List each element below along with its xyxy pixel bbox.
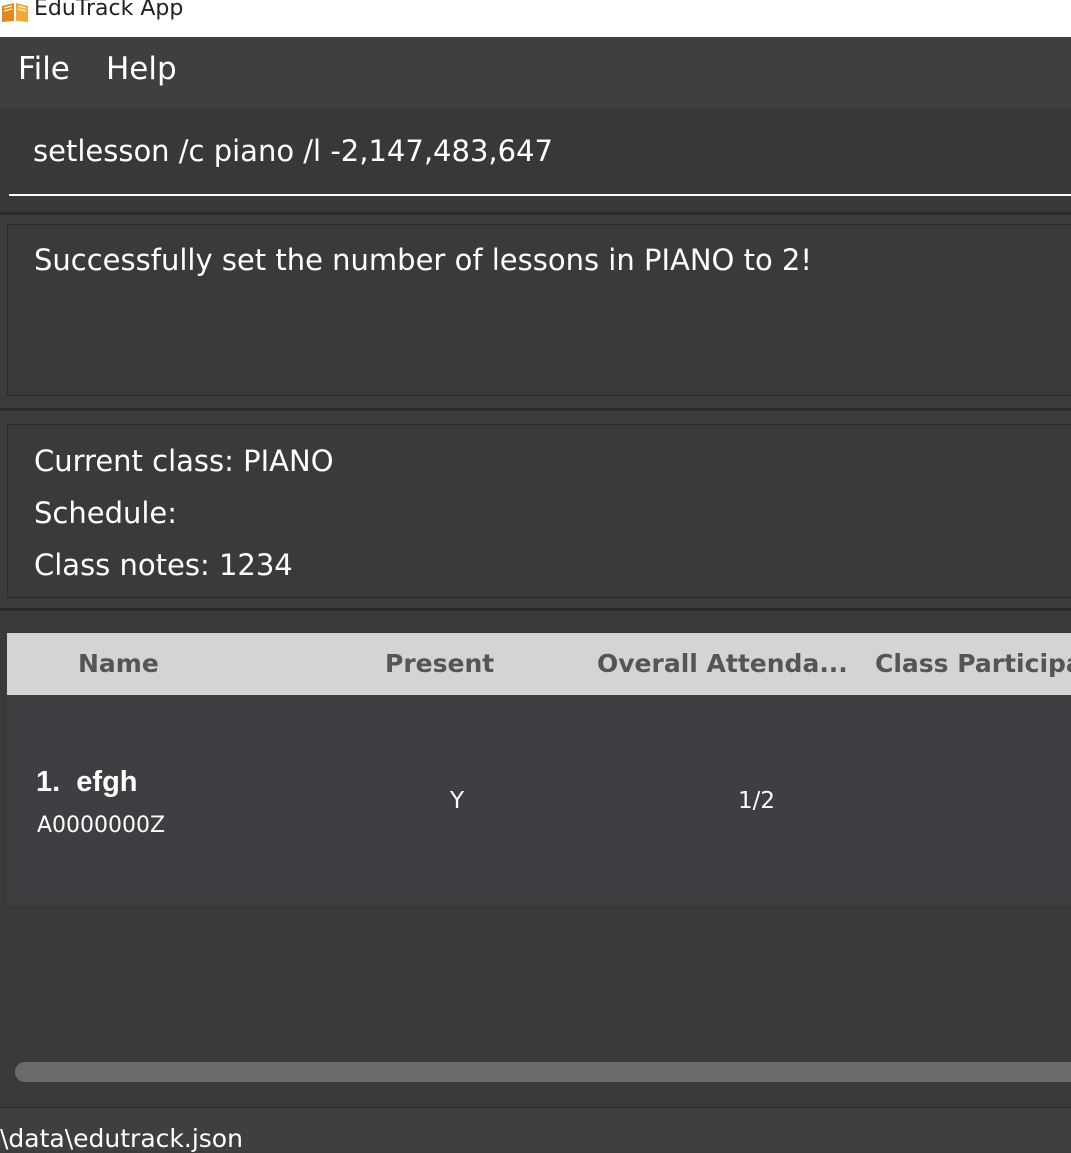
book-icon	[2, 3, 28, 22]
title-bar: EduTrack App	[0, 0, 1071, 37]
table-row[interactable]: 1. efgh A0000000Z Y 1/2	[7, 695, 1071, 905]
student-name: 1. efgh	[36, 766, 138, 798]
divider	[0, 212, 1071, 215]
student-table: Name Present Overall Attenda... Class Pa…	[0, 612, 1071, 1107]
divider	[0, 408, 1071, 411]
command-input[interactable]	[9, 108, 1071, 196]
column-header-participation[interactable]: Class Participat	[875, 649, 1071, 678]
table-header: Name Present Overall Attenda... Class Pa…	[7, 633, 1071, 695]
divider	[0, 608, 1071, 611]
window-title: EduTrack App	[34, 0, 184, 21]
attendance-cell: 1/2	[738, 788, 776, 814]
column-header-present[interactable]: Present	[385, 649, 494, 678]
present-cell: Y	[450, 788, 465, 814]
menu-bar: File Help	[0, 37, 1071, 108]
horizontal-scrollbar[interactable]	[15, 1062, 1071, 1082]
column-header-name[interactable]: Name	[78, 649, 159, 678]
command-box	[0, 108, 1071, 212]
status-bar: \data\edutrack.json	[0, 1107, 1071, 1153]
class-info-panel: Current class: PIANO Schedule: Class not…	[7, 424, 1071, 598]
data-file-path: \data\edutrack.json	[0, 1124, 243, 1153]
menu-file[interactable]: File	[18, 51, 70, 87]
student-id: A0000000Z	[37, 813, 166, 838]
column-header-attendance[interactable]: Overall Attenda...	[597, 649, 848, 678]
result-display: Successfully set the number of lessons i…	[7, 224, 1071, 396]
current-class-label: Current class: PIANO	[34, 444, 334, 478]
result-message: Successfully set the number of lessons i…	[34, 243, 812, 277]
menu-help[interactable]: Help	[106, 51, 177, 87]
schedule-label: Schedule:	[34, 496, 178, 530]
class-notes-label: Class notes: 1234	[34, 548, 293, 582]
